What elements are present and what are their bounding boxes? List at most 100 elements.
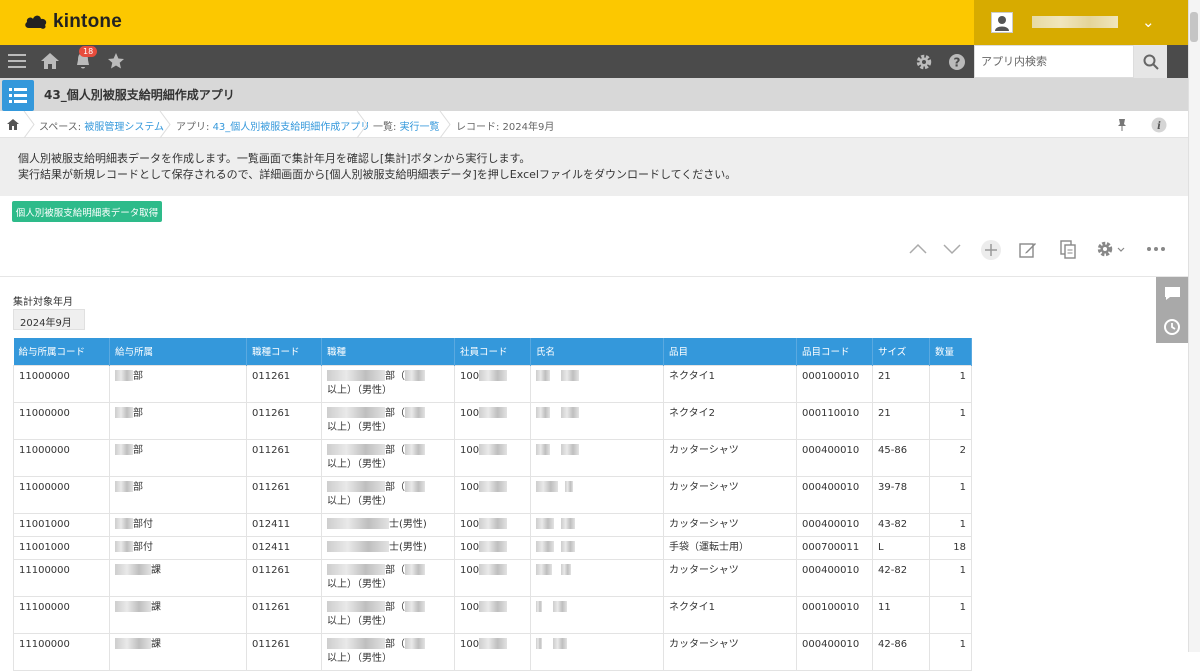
edit-icon[interactable]: [1019, 241, 1037, 259]
cell-dept-text: 課: [151, 601, 161, 613]
target-month-label: 集計対象年月: [13, 297, 73, 308]
scrollbar-thumb[interactable]: [1190, 12, 1198, 42]
cell-emp-text: 100: [460, 407, 480, 419]
notification-badge: 18: [79, 46, 98, 57]
table-row[interactable]: 11100000 課 011261 部（ 以上）（男性） 100 ネクタイ1 00…: [13, 595, 972, 634]
cell-dept-code: 11001000: [13, 512, 110, 537]
cell-item: カッターシャツ: [663, 438, 797, 477]
app-search-input[interactable]: [974, 45, 1134, 78]
table-row[interactable]: 11001000 部付 012411 士(男性) 100 手袋（運転士用） 00…: [13, 535, 972, 560]
table-row[interactable]: 11100000 課 011261 部（ 以上）（男性） 100 カッターシャツ …: [13, 558, 972, 597]
cell-job: 部（ 以上）（男性）: [321, 475, 455, 514]
cell-job-text2: 以上）（男性）: [327, 495, 392, 507]
cell-job-text2: 以上）（男性）: [327, 421, 392, 433]
cell-item: 手袋（運転士用）: [663, 535, 797, 560]
breadcrumb-view: 一覧: 実行一覧: [373, 118, 440, 133]
cell-job-text: 部（: [385, 564, 405, 576]
cell-item-code: 000400010: [796, 512, 873, 537]
cell-emp-code: 100: [454, 512, 531, 537]
cell-emp-text: 100: [460, 601, 480, 613]
table-row[interactable]: 11001000 部付 012411 士(男性) 100 カッターシャツ 000…: [13, 512, 972, 537]
cell-emp-code: 100: [454, 535, 531, 560]
table-row[interactable]: 11000000 部 011261 部（ 以上）（男性） 100 カッターシャツ …: [13, 438, 972, 477]
table-row[interactable]: 11000000 部 011261 部（ 以上）（男性） 100 ネクタイ2 00…: [13, 401, 972, 440]
cell-name: [530, 364, 664, 403]
cell-job-code: 012411: [246, 512, 322, 537]
svg-text:i: i: [1157, 121, 1161, 132]
vertical-scrollbar[interactable]: [1188, 0, 1200, 652]
kintone-logo[interactable]: kintone: [24, 11, 122, 33]
breadcrumb-view-link[interactable]: 実行一覧: [400, 122, 440, 133]
home-icon[interactable]: [40, 52, 60, 70]
svg-text:?: ?: [954, 56, 961, 70]
chevron-down-icon[interactable]: [943, 243, 961, 255]
cell-dept-text: 部: [133, 481, 143, 493]
cell-dept: 部: [109, 438, 247, 477]
breadcrumb-record: レコード: 2024年9月: [456, 122, 555, 133]
cell-job: 部（ 以上）（男性）: [321, 364, 455, 403]
cell-qty: 1: [929, 558, 972, 597]
menu-icon[interactable]: [8, 53, 26, 69]
chevron-down-icon[interactable]: ⌄: [1142, 13, 1155, 31]
cell-qty: 18: [929, 535, 972, 560]
breadcrumb-prefix: スペース:: [39, 122, 85, 133]
col-header: 職種コード: [246, 338, 322, 365]
app-title: 43_個人別被服支給明細作成アプリ: [44, 88, 235, 102]
gear-icon[interactable]: [915, 53, 933, 71]
list-icon[interactable]: [2, 80, 34, 111]
history-icon[interactable]: [1163, 318, 1181, 336]
cell-name: [530, 475, 664, 514]
cell-item-code: 000400010: [796, 558, 873, 597]
get-detail-data-button[interactable]: 個人別被服支給明細表データ取得: [12, 201, 162, 222]
copy-icon[interactable]: [1060, 240, 1076, 259]
kintone-cloud-icon: [25, 15, 47, 29]
more-icon[interactable]: [1146, 245, 1166, 253]
user-menu[interactable]: ⌄: [974, 0, 1188, 45]
cell-item-code: 000400010: [796, 438, 873, 477]
cell-dept: 部: [109, 475, 247, 514]
cell-item: ネクタイ2: [663, 401, 797, 440]
col-header: 氏名: [530, 338, 664, 365]
cell-size: 11: [872, 595, 930, 634]
user-avatar-icon: [991, 12, 1013, 33]
table-row[interactable]: 11000000 部 011261 部（ 以上）（男性） 100 カッターシャツ …: [13, 475, 972, 514]
cell-job: 部（ 以上）（男性）: [321, 401, 455, 440]
home-icon[interactable]: [7, 119, 19, 130]
cell-dept: 部: [109, 401, 247, 440]
cell-emp-text: 100: [460, 444, 480, 456]
search-button[interactable]: [1134, 45, 1167, 78]
chevron-up-icon[interactable]: [909, 243, 927, 255]
search-icon: [1143, 54, 1159, 70]
cell-name: [530, 401, 664, 440]
cell-job-text: 士(男性): [389, 541, 427, 553]
cell-job: 士(男性): [321, 535, 455, 560]
settings-gear-icon[interactable]: [1096, 240, 1126, 258]
cell-emp-text: 100: [460, 370, 480, 382]
add-icon[interactable]: [980, 239, 1002, 261]
cell-item-code: 000700011: [796, 535, 873, 560]
cell-item: ネクタイ1: [663, 595, 797, 634]
help-icon[interactable]: ?: [948, 53, 966, 71]
star-icon[interactable]: [107, 52, 125, 70]
cell-name: [530, 438, 664, 477]
comment-icon[interactable]: [1164, 286, 1181, 301]
cell-dept-text: 部: [133, 407, 143, 419]
cell-emp-code: 100: [454, 475, 531, 514]
cell-emp-text: 100: [460, 481, 480, 493]
description-line-2: 実行結果が新規レコードとして保存されるので、詳細画面から[個人別被服支給明細表デ…: [18, 168, 737, 181]
cell-dept: 部: [109, 364, 247, 403]
breadcrumb-space: スペース: 被服管理システム: [39, 118, 164, 133]
cell-name: [530, 558, 664, 597]
target-month-value: 2024年9月: [13, 309, 85, 330]
cell-job: 部（ 以上）（男性）: [321, 558, 455, 597]
cell-qty: 2: [929, 438, 972, 477]
breadcrumb-space-link[interactable]: 被服管理システム: [84, 122, 164, 133]
breadcrumb-app-link[interactable]: 43_個人別被服支給明細作成アプリ: [213, 122, 371, 133]
pin-icon[interactable]: [1117, 118, 1127, 131]
table-row[interactable]: 11000000 部 011261 部（ 以上）（男性） 100 ネクタイ1 00…: [13, 364, 972, 403]
cell-item: ネクタイ1: [663, 364, 797, 403]
col-header: 給与所属コード: [13, 338, 110, 365]
cell-item-code: 000100010: [796, 595, 873, 634]
cell-size: 21: [872, 401, 930, 440]
info-icon[interactable]: i: [1151, 117, 1167, 133]
